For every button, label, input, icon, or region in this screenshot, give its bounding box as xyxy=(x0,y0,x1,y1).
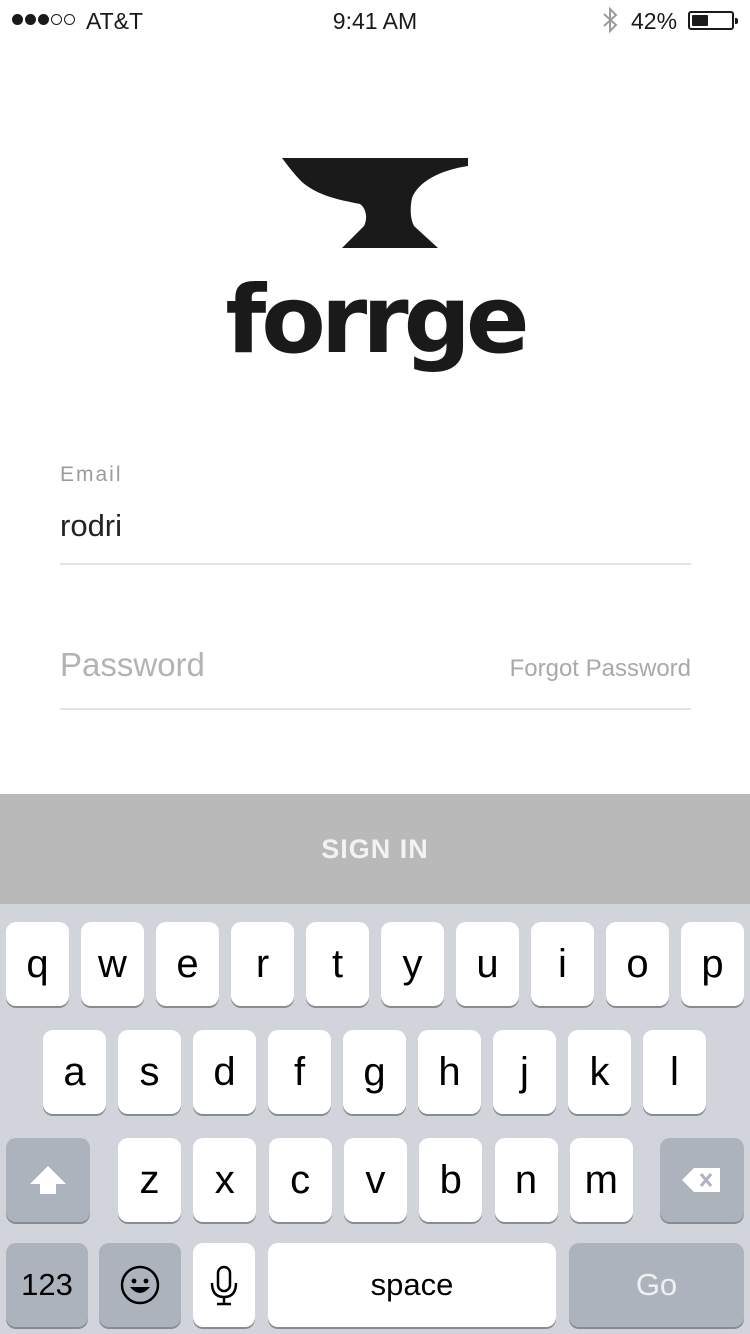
key-g[interactable]: g xyxy=(343,1030,406,1114)
key-x[interactable]: x xyxy=(193,1138,257,1222)
key-h[interactable]: h xyxy=(418,1030,481,1114)
battery-nub xyxy=(735,18,738,24)
email-label: Email xyxy=(60,463,123,486)
key-y[interactable]: y xyxy=(381,922,444,1006)
key-w[interactable]: w xyxy=(81,922,144,1006)
email-input[interactable]: rodri xyxy=(60,508,122,544)
key-z[interactable]: z xyxy=(118,1138,181,1222)
bluetooth-icon xyxy=(603,6,618,34)
key-s[interactable]: s xyxy=(118,1030,181,1114)
space-key[interactable]: space xyxy=(268,1243,556,1327)
key-u[interactable]: u xyxy=(456,922,519,1006)
key-o[interactable]: o xyxy=(606,922,669,1006)
key-k[interactable]: k xyxy=(568,1030,631,1114)
shift-arrow-icon xyxy=(30,1166,66,1194)
key-t[interactable]: t xyxy=(306,922,369,1006)
keyboard: 123 space Go qwertyuiop asdfghjkl zxcvbnm xyxy=(0,904,750,1334)
key-l[interactable]: l xyxy=(643,1030,706,1114)
status-bar: AT&T 9:41 AM 42% xyxy=(0,0,750,40)
key-c[interactable]: c xyxy=(268,1138,332,1222)
backspace-icon xyxy=(682,1168,720,1192)
key-m[interactable]: m xyxy=(569,1138,633,1222)
key-v[interactable]: v xyxy=(343,1138,407,1222)
password-input[interactable]: Password xyxy=(60,646,205,684)
anvil-logo-icon xyxy=(282,158,468,248)
key-j[interactable]: j xyxy=(493,1030,556,1114)
key-i[interactable]: i xyxy=(531,922,594,1006)
key-d[interactable]: d xyxy=(193,1030,256,1114)
emoji-smiley-icon xyxy=(120,1265,160,1305)
dictation-key[interactable] xyxy=(193,1243,255,1327)
key-a[interactable]: a xyxy=(43,1030,106,1114)
key-p[interactable]: p xyxy=(681,922,744,1006)
key-b[interactable]: b xyxy=(419,1138,483,1222)
sign-in-label: SIGN IN xyxy=(321,833,429,864)
delete-key[interactable] xyxy=(660,1138,744,1222)
key-n[interactable]: n xyxy=(494,1138,558,1222)
key-r[interactable]: r xyxy=(231,922,294,1006)
space-key-label: space xyxy=(370,1267,454,1302)
emoji-key[interactable] xyxy=(99,1243,181,1327)
numbers-key-label: 123 xyxy=(21,1267,73,1302)
battery-percentage: 42% xyxy=(631,8,678,34)
key-q[interactable]: q xyxy=(6,922,69,1006)
go-key[interactable]: Go xyxy=(569,1243,744,1327)
password-field[interactable]: Password Forgot Password xyxy=(60,640,691,710)
microphone-icon xyxy=(210,1265,238,1306)
forgot-password-link[interactable]: Forgot Password xyxy=(510,655,691,683)
brand-wordmark: forrge xyxy=(225,266,529,375)
key-e[interactable]: e xyxy=(156,922,219,1006)
sign-in-button[interactable]: SIGN IN xyxy=(0,794,750,904)
go-key-label: Go xyxy=(635,1267,678,1302)
battery-fill xyxy=(692,15,708,26)
key-f[interactable]: f xyxy=(268,1030,331,1114)
email-field[interactable]: Email rodri xyxy=(60,460,691,565)
numbers-key[interactable]: 123 xyxy=(6,1243,88,1327)
battery-icon xyxy=(688,11,738,30)
shift-key[interactable] xyxy=(6,1138,90,1222)
